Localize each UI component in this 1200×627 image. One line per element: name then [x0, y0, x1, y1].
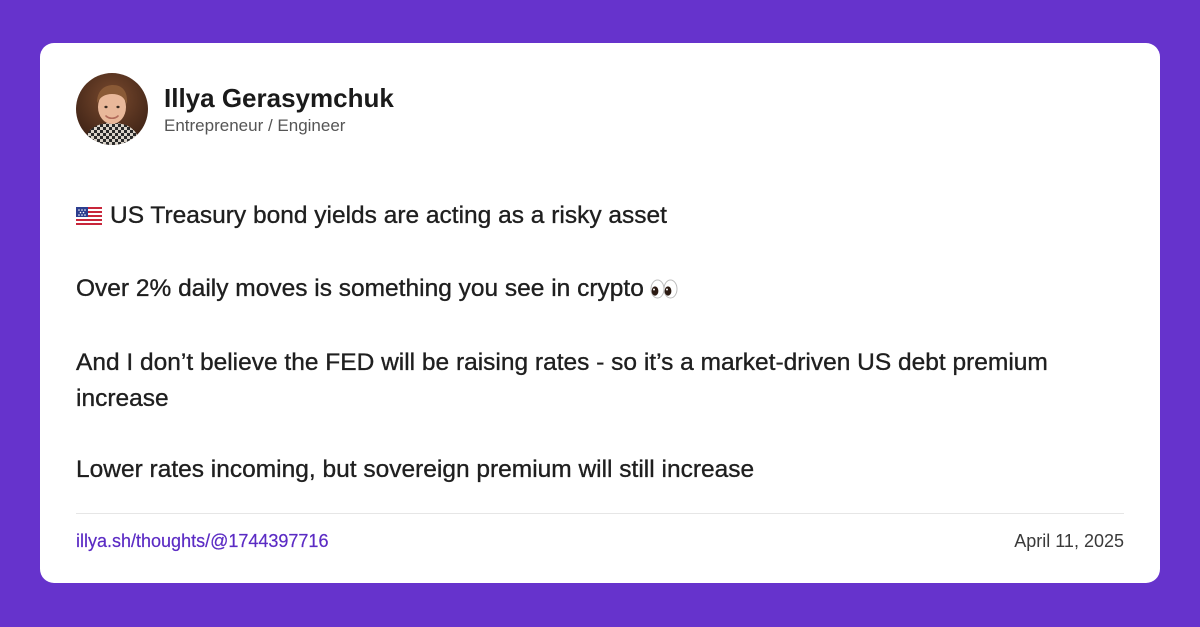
footer-divider: [76, 513, 1124, 514]
us-flag-icon: [76, 200, 102, 236]
author-role: Entrepreneur / Engineer: [164, 115, 346, 135]
eyes-icon: [650, 274, 678, 310]
post-line-2: Over 2% daily moves is something you see…: [76, 275, 644, 302]
post-paragraph: Over 2% daily moves is something you see…: [76, 271, 1096, 310]
post-paragraph: And I don’t believe the FED will be rais…: [76, 345, 1096, 417]
post-line-3: And I don’t believe the FED will be rais…: [76, 349, 1048, 412]
author-header: Illya Gerasymchuk Entrepreneur / Enginee…: [76, 73, 394, 145]
post-paragraph: US Treasury bond yields are acting as a …: [76, 198, 1096, 236]
post-line-4: Lower rates incoming, but sovereign prem…: [76, 456, 755, 483]
author-name[interactable]: Illya Gerasymchuk: [164, 82, 394, 114]
post-paragraph: Lower rates incoming, but sovereign prem…: [76, 452, 1096, 488]
avatar[interactable]: [76, 73, 148, 145]
post-line-1: US Treasury bond yields are acting as a …: [110, 202, 667, 229]
post-date: April 11, 2025: [1014, 531, 1124, 551]
post-card: Illya Gerasymchuk Entrepreneur / Enginee…: [40, 43, 1160, 583]
permalink-link[interactable]: illya.sh/thoughts/@1744397716: [76, 529, 329, 553]
post-body: US Treasury bond yields are acting as a …: [76, 198, 1096, 523]
